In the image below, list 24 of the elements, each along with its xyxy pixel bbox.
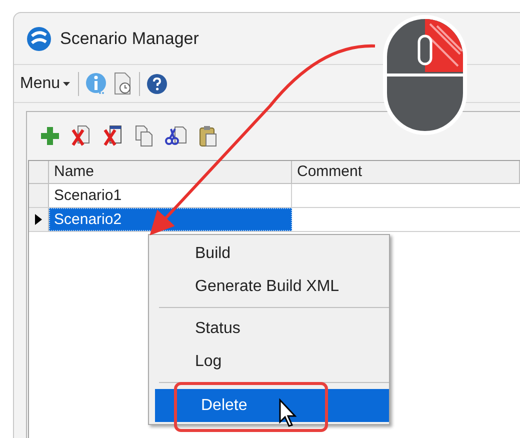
menu-button[interactable]: Menu bbox=[18, 72, 72, 96]
column-header[interactable]: Name bbox=[49, 161, 292, 183]
name-cell[interactable]: Scenario1 bbox=[49, 184, 292, 207]
scissors-document-icon[interactable] bbox=[165, 125, 187, 147]
info-icon[interactable] bbox=[85, 72, 108, 96]
clock-document-icon[interactable] bbox=[113, 72, 134, 96]
menu-item[interactable]: Delete bbox=[155, 389, 389, 422]
help-icon[interactable] bbox=[146, 72, 168, 94]
paste-icon[interactable] bbox=[199, 125, 217, 147]
column-header[interactable]: Comment bbox=[292, 161, 520, 183]
pointer-cursor-icon bbox=[278, 398, 298, 428]
menu-item[interactable]: Generate Build XML bbox=[149, 270, 389, 303]
menu-item[interactable]: Build bbox=[149, 237, 389, 270]
app-logo-icon bbox=[26, 26, 52, 52]
name-cell[interactable]: Scenario2 bbox=[49, 208, 292, 231]
menu-item[interactable]: Log bbox=[149, 345, 389, 378]
caret-icon bbox=[63, 82, 70, 86]
add-icon[interactable] bbox=[41, 127, 59, 145]
copy-icon[interactable] bbox=[135, 125, 153, 147]
delete-all-icon[interactable] bbox=[103, 125, 123, 147]
window-title: Scenario Manager bbox=[60, 28, 199, 50]
row-header[interactable] bbox=[29, 208, 49, 231]
delete-document-icon[interactable] bbox=[71, 125, 91, 147]
menu-item[interactable]: Status bbox=[149, 312, 389, 345]
